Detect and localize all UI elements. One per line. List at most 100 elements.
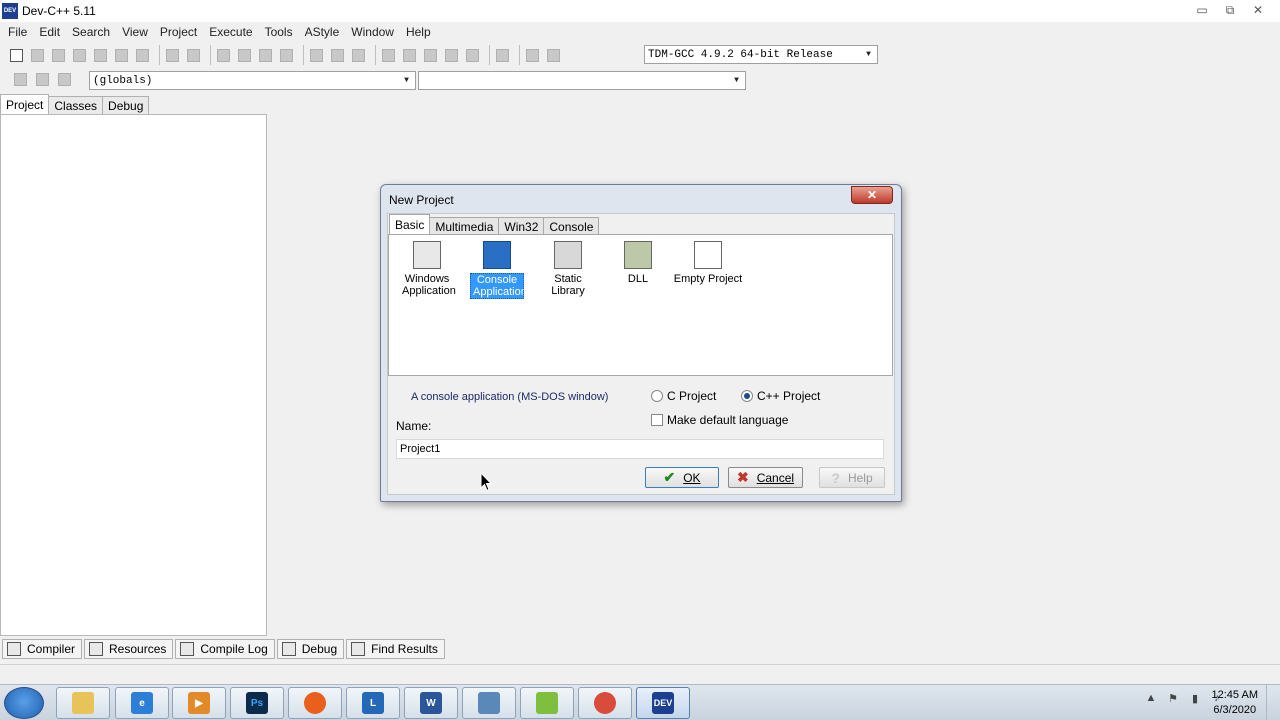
menu-search[interactable]: Search xyxy=(66,25,116,39)
find-next-button[interactable] xyxy=(257,47,274,64)
insert-button[interactable] xyxy=(12,71,29,88)
minimize-button[interactable]: ▭ xyxy=(1190,2,1214,18)
window-icon xyxy=(413,241,441,269)
tab-basic[interactable]: Basic xyxy=(389,214,431,235)
c-project-radio[interactable]: C Project xyxy=(651,389,716,403)
replace-button[interactable] xyxy=(236,47,253,64)
scope-select[interactable]: (globals) ▼ xyxy=(89,71,416,90)
compiler-select[interactable]: TDM-GCC 4.9.2 64-bit Release ▼ xyxy=(644,45,878,64)
tab-compile-log[interactable]: Compile Log xyxy=(175,639,275,659)
save-button[interactable] xyxy=(50,47,67,64)
template-empty-project[interactable]: Empty Project xyxy=(670,241,746,285)
ok-button[interactable]: ✔ OK xyxy=(645,467,719,488)
menu-file[interactable]: File xyxy=(2,25,33,39)
save-all-button[interactable] xyxy=(71,47,88,64)
mouse-cursor-icon xyxy=(480,472,492,492)
battery-icon[interactable]: ▮ xyxy=(1188,691,1202,705)
close-window-button[interactable]: ✕ xyxy=(1246,2,1270,18)
taskbar-app-word[interactable]: W xyxy=(404,687,458,719)
taskbar-clock[interactable]: 12:45 AM 6/3/2020 xyxy=(1212,688,1258,718)
tab-classes[interactable]: Classes xyxy=(48,96,104,115)
dialog-close-button[interactable]: ✕ xyxy=(851,186,893,204)
menu-astyle[interactable]: AStyle xyxy=(299,25,346,39)
redo-icon xyxy=(187,48,200,62)
bottom-panel-tabs: Compiler Resources Compile Log Debug Fin… xyxy=(2,639,447,660)
find-button[interactable] xyxy=(215,47,232,64)
compile-button[interactable] xyxy=(380,47,397,64)
help-button[interactable]: ? Help xyxy=(819,467,885,488)
add-to-project-button[interactable] xyxy=(329,47,346,64)
undo-button[interactable] xyxy=(164,47,181,64)
template-windows-application[interactable]: Windows Application xyxy=(394,241,460,297)
project-options-button[interactable] xyxy=(350,47,367,64)
restore-button[interactable]: ⧉ xyxy=(1218,2,1242,18)
taskbar-app-internet-explorer[interactable]: e xyxy=(115,687,169,719)
cancel-button[interactable]: ✖ Cancel xyxy=(728,467,803,488)
open-icon xyxy=(31,48,44,62)
menu-tools[interactable]: Tools xyxy=(259,25,299,39)
tab-win32[interactable]: Win32 xyxy=(498,217,545,235)
function-select[interactable]: ▼ xyxy=(418,71,746,90)
taskbar-app-remote-desktop[interactable] xyxy=(462,687,516,719)
add-to-project-icon xyxy=(331,48,344,62)
menu-execute[interactable]: Execute xyxy=(203,25,258,39)
tab-debug[interactable]: Debug xyxy=(102,96,150,115)
compile-run-button[interactable] xyxy=(422,47,439,64)
start-button[interactable] xyxy=(4,687,44,719)
tab-project[interactable]: Project xyxy=(0,94,50,115)
checkmark-icon: ✔ xyxy=(663,469,676,485)
tab-resources[interactable]: Resources xyxy=(84,639,174,659)
close-file-button[interactable] xyxy=(92,47,109,64)
taskbar-app-explorer[interactable] xyxy=(56,687,110,719)
project-name-input[interactable] xyxy=(396,439,884,459)
goto-bookmark-button[interactable] xyxy=(56,71,73,88)
toolbar-separator xyxy=(375,45,376,65)
stop-button[interactable] xyxy=(494,47,511,64)
syntax-check-button[interactable] xyxy=(464,47,481,64)
new-project-button[interactable] xyxy=(308,47,325,64)
redo-button[interactable] xyxy=(185,47,202,64)
new-file-button[interactable] xyxy=(8,47,25,64)
show-hidden-icons-icon[interactable]: ▲ xyxy=(1144,691,1158,705)
menu-window[interactable]: Window xyxy=(345,25,400,39)
taskbar-app-chrome[interactable] xyxy=(578,687,632,719)
template-dll[interactable]: DLL xyxy=(605,241,671,285)
taskbar-app-notepad-plus[interactable] xyxy=(520,687,574,719)
template-console-application[interactable]: Console Application xyxy=(464,241,530,299)
taskbar-app-media-player[interactable]: ▶ xyxy=(172,687,226,719)
menu-help[interactable]: Help xyxy=(400,25,437,39)
debug-check-icon xyxy=(281,642,296,656)
stop-icon xyxy=(496,48,509,62)
taskbar-app-devcpp[interactable]: DEV xyxy=(636,687,690,719)
rebuild-button[interactable] xyxy=(443,47,460,64)
run-button[interactable] xyxy=(401,47,418,64)
menu-project[interactable]: Project xyxy=(154,25,203,39)
devcpp-app-icon: DEV xyxy=(2,3,18,19)
taskbar-app-firefox[interactable] xyxy=(288,687,342,719)
project-options-icon xyxy=(352,48,365,62)
flag-icon[interactable]: ⚑ xyxy=(1166,691,1180,705)
profile-button[interactable] xyxy=(524,47,541,64)
taskbar-app-lync[interactable]: L xyxy=(346,687,400,719)
close-all-button[interactable] xyxy=(113,47,130,64)
tab-multimedia[interactable]: Multimedia xyxy=(429,217,500,235)
tab-find-results[interactable]: Find Results xyxy=(346,639,445,659)
toggle-bookmark-button[interactable] xyxy=(34,71,51,88)
cpp-project-radio[interactable]: C++ Project xyxy=(741,389,820,403)
cross-icon: ✖ xyxy=(736,469,749,485)
menu-edit[interactable]: Edit xyxy=(33,25,66,39)
show-desktop-button[interactable] xyxy=(1266,685,1280,720)
delete-profile-button[interactable] xyxy=(545,47,562,64)
goto-line-button[interactable] xyxy=(278,47,295,64)
taskbar-app-photoshop[interactable]: Ps xyxy=(230,687,284,719)
project-browser-panel[interactable] xyxy=(0,114,267,636)
template-static-library[interactable]: Static Library xyxy=(535,241,601,297)
print-button[interactable] xyxy=(134,47,151,64)
open-button[interactable] xyxy=(29,47,46,64)
default-language-checkbox[interactable]: Make default language xyxy=(651,413,788,427)
tab-compiler[interactable]: Compiler xyxy=(2,639,83,659)
compile-icon xyxy=(382,48,395,62)
tab-bottom-debug[interactable]: Debug xyxy=(276,639,345,659)
tab-console[interactable]: Console xyxy=(543,217,600,235)
menu-view[interactable]: View xyxy=(116,25,154,39)
